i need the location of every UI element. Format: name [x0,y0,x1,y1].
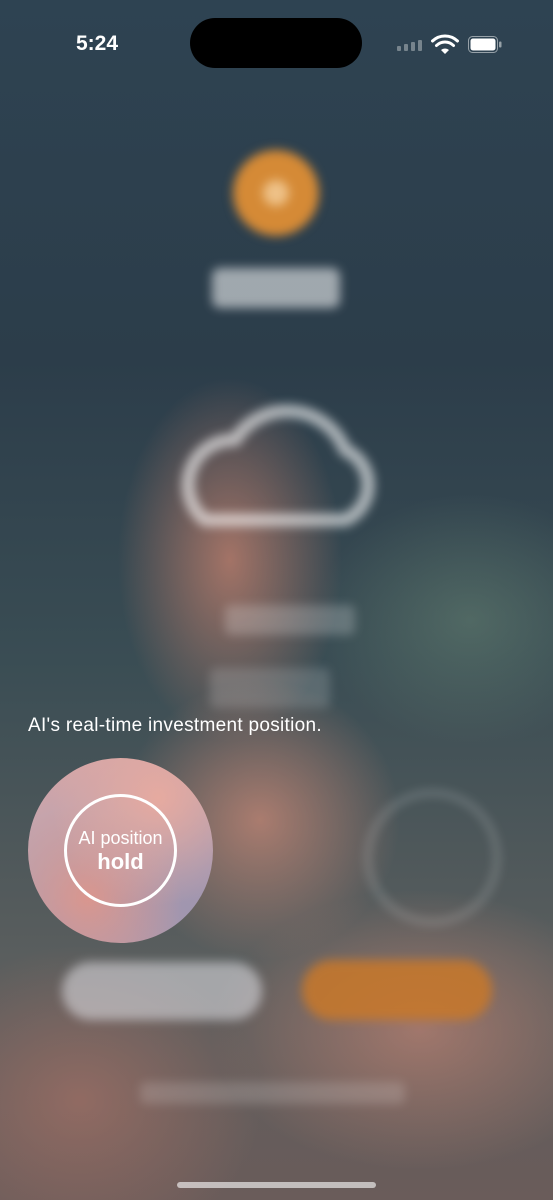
tutorial-hint: AI's real-time investment position. [28,715,322,736]
ai-position-value: hold [97,848,144,874]
blurred-title [212,268,340,308]
blurred-stats [225,605,355,635]
cloud-icon [181,404,375,527]
dynamic-island [190,18,362,68]
battery-icon [468,36,502,53]
blurred-stats-secondary [210,668,330,708]
home-indicator[interactable] [177,1182,376,1188]
ai-position-ring: AI position hold [64,794,177,907]
wifi-icon [431,34,459,54]
signal-icon [397,40,422,51]
avatar [233,150,319,236]
ai-position-highlight[interactable]: AI position hold [28,758,213,943]
blurred-footer-text [140,1082,405,1104]
blurred-right-indicator [365,790,500,925]
status-time: 5:24 [76,32,119,55]
blurred-secondary-button [62,962,262,1020]
ai-position-label: AI position [78,827,163,848]
status-bar: 5:24 [0,0,553,90]
blurred-primary-button [302,960,492,1020]
